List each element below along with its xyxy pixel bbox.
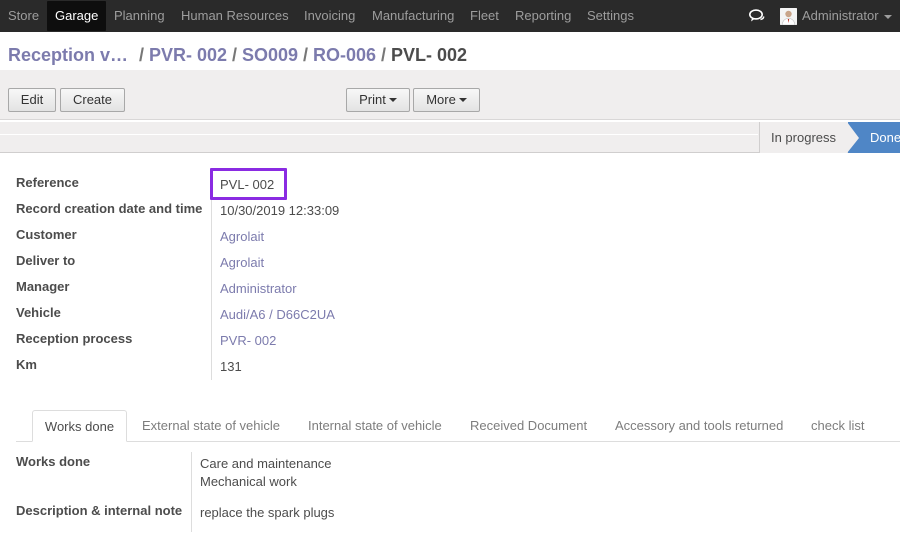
breadcrumb-separator: /: [232, 45, 238, 65]
works-done-item: Care and maintenance: [200, 456, 332, 471]
chat-bubbles-icon[interactable]: [749, 9, 765, 23]
creation-date-label: Record creation date and time: [16, 201, 203, 216]
reception-process-link[interactable]: PVR- 002: [220, 333, 276, 348]
breadcrumb-separator: /: [139, 45, 145, 65]
edit-button[interactable]: Edit: [8, 88, 56, 112]
creation-date-value: 10/30/2019 12:33:09: [220, 203, 340, 218]
field-divider: [211, 172, 212, 380]
nav-store[interactable]: Store: [8, 0, 39, 32]
status-bar-divider: [0, 134, 758, 135]
breadcrumb-item-ro[interactable]: RO-006: [313, 45, 376, 66]
works-done-label: Works done: [16, 454, 91, 469]
chevron-down-icon: [884, 15, 892, 19]
more-button[interactable]: More: [413, 88, 480, 112]
stage-in-progress[interactable]: In progress: [759, 122, 847, 153]
manager-label: Manager: [16, 279, 70, 294]
top-navbar: Store Garage Planning Human Resources In…: [0, 0, 900, 32]
nav-manufacturing[interactable]: Manufacturing: [372, 0, 454, 32]
breadcrumb-separator: /: [381, 45, 387, 65]
description-label: Description & internal note: [16, 503, 183, 518]
deliver-to-link[interactable]: Agrolait: [220, 255, 264, 270]
tab-accessory-tools[interactable]: Accessory and tools returned: [615, 410, 783, 442]
nav-reporting[interactable]: Reporting: [515, 0, 571, 32]
tab-internal-state[interactable]: Internal state of vehicle: [308, 410, 442, 442]
works-done-item: Mechanical work: [200, 474, 297, 489]
print-button[interactable]: Print: [346, 88, 410, 112]
description-value: replace the spark plugs: [200, 505, 335, 520]
deliver-to-label: Deliver to: [16, 253, 76, 268]
tab-check-list[interactable]: check list: [811, 410, 864, 442]
more-button-label: More: [426, 92, 456, 107]
customer-label: Customer: [16, 227, 77, 242]
vehicle-link[interactable]: Audi/A6 / D66C2UA: [220, 307, 335, 322]
user-avatar-icon[interactable]: [780, 8, 797, 25]
nav-fleet[interactable]: Fleet: [470, 0, 499, 32]
reception-process-label: Reception process: [16, 331, 133, 346]
customer-link[interactable]: Agrolait: [220, 229, 264, 244]
km-label: Km: [16, 357, 37, 372]
print-button-label: Print: [359, 92, 386, 107]
reference-label: Reference: [16, 175, 79, 190]
breadcrumb-item-pvr[interactable]: PVR- 002: [149, 45, 227, 66]
km-value: 131: [220, 359, 242, 374]
nav-planning[interactable]: Planning: [114, 0, 165, 32]
tab-received-document[interactable]: Received Document: [470, 410, 587, 442]
breadcrumb-separator: /: [303, 45, 309, 65]
nav-human-resources[interactable]: Human Resources: [181, 0, 289, 32]
nav-settings[interactable]: Settings: [587, 0, 634, 32]
nav-garage[interactable]: Garage: [47, 1, 107, 31]
breadcrumb-item-so[interactable]: SO009: [242, 45, 298, 66]
tab-works-done[interactable]: Works done: [32, 410, 127, 442]
create-button[interactable]: Create: [60, 88, 125, 112]
tab-field-divider: [191, 452, 192, 532]
caret-down-icon: [388, 97, 397, 102]
caret-down-icon: [458, 97, 467, 102]
reference-value: PVL- 002: [220, 177, 275, 192]
vehicle-label: Vehicle: [16, 305, 61, 320]
page-title: PVL- 002: [391, 45, 468, 65]
manager-link[interactable]: Administrator: [220, 281, 297, 296]
tab-external-state[interactable]: External state of vehicle: [142, 410, 280, 442]
breadcrumb-item-reception[interactable]: Reception v…: [8, 45, 128, 66]
stage-arrow: [847, 122, 859, 153]
nav-invoicing[interactable]: Invoicing: [304, 0, 355, 32]
user-menu[interactable]: Administrator: [802, 0, 879, 32]
